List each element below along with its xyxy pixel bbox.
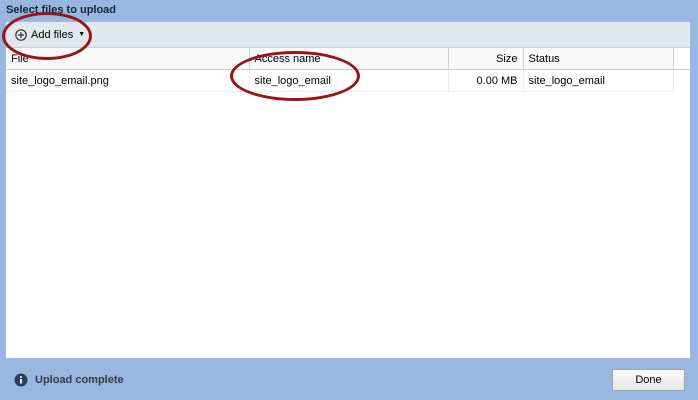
cell-size: 0.00 MB bbox=[448, 69, 524, 92]
cell-access-name: site_logo_email bbox=[249, 69, 449, 92]
add-files-label: Add files bbox=[31, 28, 74, 41]
upload-panel: Add files ▼ File Access name Size Status… bbox=[5, 21, 691, 359]
status-bar: Upload complete bbox=[14, 373, 124, 387]
column-status[interactable]: Status bbox=[523, 48, 674, 70]
column-spacer bbox=[673, 48, 690, 70]
column-access-name[interactable]: Access name bbox=[249, 48, 449, 70]
files-grid: File Access name Size Status site_logo_e… bbox=[6, 48, 690, 92]
column-size[interactable]: Size bbox=[448, 48, 524, 70]
add-files-button[interactable]: Add files ▼ bbox=[13, 25, 87, 45]
cell-status: site_logo_email bbox=[523, 69, 674, 92]
chevron-down-icon: ▼ bbox=[78, 31, 86, 38]
info-icon bbox=[14, 373, 28, 387]
table-row[interactable]: site_logo_email.png site_logo_email 0.00… bbox=[6, 69, 690, 92]
plus-circle-icon bbox=[15, 28, 27, 41]
done-button[interactable]: Done bbox=[612, 369, 685, 391]
dialog-title: Select files to upload bbox=[6, 4, 117, 16]
cell-spacer bbox=[673, 70, 690, 92]
grid-header-row: File Access name Size Status bbox=[6, 48, 690, 70]
toolbar: Add files ▼ bbox=[6, 22, 690, 48]
column-file[interactable]: File bbox=[6, 48, 250, 70]
cell-file: site_logo_email.png bbox=[6, 69, 250, 92]
status-message: Upload complete bbox=[35, 374, 124, 386]
